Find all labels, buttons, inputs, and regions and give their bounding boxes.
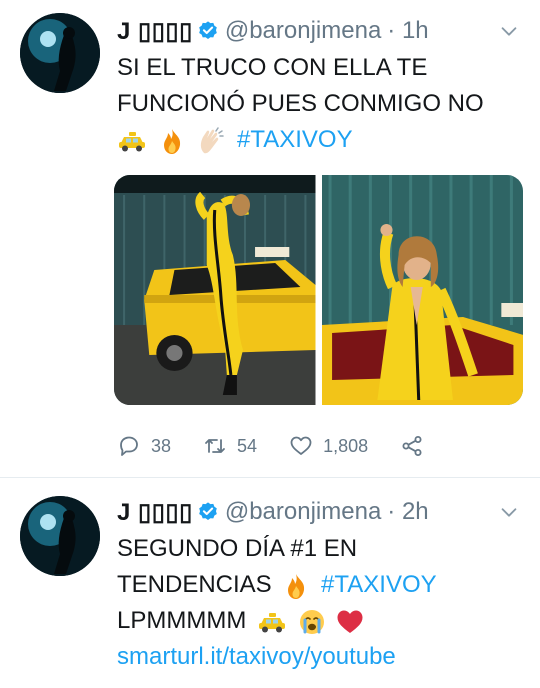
avatar[interactable]	[20, 496, 100, 576]
share-button[interactable]	[400, 434, 424, 458]
fire-emoji-icon	[282, 572, 310, 600]
tweet-actions: 38 54 1,808	[117, 430, 456, 462]
chevron-down-icon[interactable]	[498, 20, 520, 42]
retweet-button[interactable]: 54	[203, 434, 257, 458]
timestamp[interactable]: · 2h	[387, 498, 428, 526]
retweet-count: 54	[237, 435, 258, 456]
handle[interactable]: @baronjimena	[225, 17, 381, 45]
media-grid	[114, 175, 523, 405]
clapping-hands-emoji-icon	[196, 126, 226, 155]
display-name[interactable]: J ▯▯▯▯	[117, 17, 193, 46]
avatar-image	[20, 496, 100, 576]
reply-button[interactable]: 38	[117, 434, 171, 458]
tweet-text-segment: LPMMMMM	[117, 607, 247, 634]
tweet-text-line: TENDENCIAS #TAXIVOY	[117, 567, 520, 603]
hashtag-link[interactable]: #TAXIVOY	[321, 571, 437, 598]
retweet-icon	[205, 439, 225, 453]
share-icon	[402, 436, 422, 456]
like-count: 1,808	[323, 435, 369, 456]
handle[interactable]: @baronjimena	[225, 498, 381, 526]
avatar-image	[20, 13, 100, 93]
tweet-text-segment: TENDENCIAS	[117, 571, 272, 598]
verified-badge-icon	[199, 21, 217, 39]
heart-icon	[290, 436, 312, 455]
tweet-text-line: LPMMMMM	[117, 603, 520, 639]
tweet-header: J ▯▯▯▯ @baronjimena · 1h	[117, 16, 526, 46]
verified-badge-icon	[199, 502, 217, 520]
timestamp[interactable]: · 1h	[387, 17, 428, 45]
photo-left[interactable]	[114, 175, 316, 405]
tweet-text: SEGUNDO DÍA #1 EN TENDENCIAS #TAXIVOY LP…	[117, 531, 520, 675]
red-heart-emoji-icon	[336, 609, 364, 635]
tweet-text-line: #TAXIVOY	[117, 122, 520, 158]
tweet-header: J ▯▯▯▯ @baronjimena · 2h	[117, 497, 526, 527]
like-button[interactable]: 1,808	[289, 434, 368, 458]
fire-emoji-icon	[158, 127, 186, 155]
display-name[interactable]: J ▯▯▯▯	[117, 498, 193, 527]
chevron-down-icon[interactable]	[498, 501, 520, 523]
photo-right[interactable]	[321, 175, 523, 405]
tweet-text: SI EL TRUCO CON ELLA TE FUNCIONÓ PUES CO…	[117, 50, 520, 158]
reply-icon	[120, 436, 138, 456]
url-link[interactable]: smarturl.it/taxivoy/youtube	[117, 643, 396, 670]
crying-face-emoji-icon	[298, 608, 326, 636]
taxi-emoji-icon	[257, 610, 287, 634]
reply-count: 38	[151, 435, 172, 456]
avatar[interactable]	[20, 13, 100, 93]
tweet[interactable]: J ▯▯▯▯ @baronjimena · 2h SEGUNDO DÍA #1 …	[0, 478, 540, 688]
tweet-text-line: SEGUNDO DÍA #1 EN	[117, 535, 358, 562]
hashtag-link[interactable]: #TAXIVOY	[237, 126, 353, 153]
taxi-emoji-icon	[117, 129, 147, 153]
tweet-text-line: SI EL TRUCO CON ELLA TE	[117, 54, 428, 81]
tweet-text-line: smarturl.it/taxivoy/youtube	[117, 639, 520, 675]
tweet[interactable]: J ▯▯▯▯ @baronjimena · 1h SI EL TRUCO CON…	[0, 0, 540, 478]
tweet-text-line: FUNCIONÓ PUES CONMIGO NO	[117, 90, 484, 117]
